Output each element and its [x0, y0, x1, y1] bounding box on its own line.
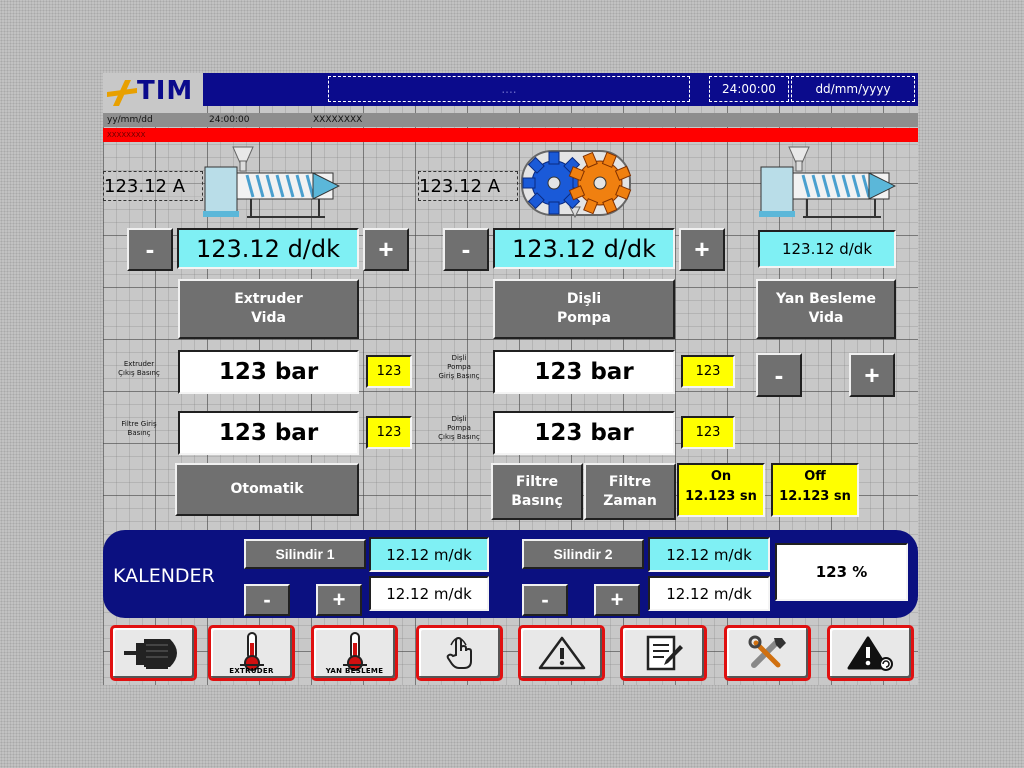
nav-alarm-reset-button[interactable] — [827, 625, 914, 681]
auto-button[interactable]: Otomatik — [175, 463, 359, 516]
alarm-text: XXXXXXXX — [107, 131, 146, 139]
gear-pump-button[interactable]: Dişli Pompa — [493, 279, 675, 339]
hand-pointer-icon — [446, 636, 472, 669]
filter-off-time[interactable]: Off 12.123 sn — [771, 463, 859, 517]
header-time: 24:00:00 — [709, 76, 789, 102]
roll1-button[interactable]: Silindir 1 — [244, 539, 366, 569]
kalender-percent: 123 % — [775, 543, 908, 601]
info-time: 24:00:00 — [209, 115, 250, 125]
filter-off-value: 12.123 sn — [779, 489, 851, 504]
gear-pump-in-pressure-small: 123 — [681, 355, 735, 388]
gear-pump-speed-value[interactable]: 123.12 d/dk — [493, 228, 675, 269]
nav-manual-button[interactable] — [416, 625, 503, 681]
gear-pump-minus-button[interactable]: - — [443, 228, 489, 271]
nav-motor-button[interactable] — [110, 625, 197, 681]
nav-alarms-button[interactable] — [518, 625, 605, 681]
gear-pump-in-pressure-label: Dişli Pompa Giriş Basınç — [438, 354, 480, 380]
nav-extruder-temp-label: EXTRUDER — [229, 667, 274, 675]
logo-text: TIM — [137, 76, 194, 106]
thermometer-icon — [342, 632, 367, 671]
side-feed-plus-button[interactable]: + — [849, 353, 895, 397]
motor-icon — [123, 639, 177, 669]
nav-side-feed-temp-button[interactable]: YAN BESLEME — [311, 625, 398, 681]
thermometer-icon — [239, 632, 264, 671]
nav-settings-button[interactable] — [724, 625, 811, 681]
info-date: yy/mm/dd — [107, 115, 153, 125]
filter-in-pressure-small: 123 — [366, 416, 412, 449]
logo-mark-icon — [107, 80, 137, 106]
extruder-screw-icon — [203, 146, 340, 218]
header-message-box: .... — [328, 76, 690, 102]
hmi-panel: TIM .... 24:00:00 dd/mm/yyyy yy/mm/dd 24… — [103, 73, 918, 685]
info-bar: yy/mm/dd 24:00:00 XXXXXXXX — [103, 113, 918, 127]
side-feed-screw-icon — [759, 146, 896, 218]
filter-on-label: On — [710, 469, 732, 484]
info-message: XXXXXXXX — [313, 115, 363, 125]
extruder-current: 123.12 A — [103, 171, 203, 201]
header-date: dd/mm/yyyy — [791, 76, 915, 102]
filter-on-time[interactable]: On 12.123 sn — [677, 463, 765, 517]
tools-icon — [748, 635, 786, 668]
filter-in-pressure-label: Filtre Giriş Basınç — [121, 420, 157, 437]
roll2-minus-button[interactable]: - — [522, 584, 568, 616]
extruder-plus-button[interactable]: + — [363, 228, 409, 271]
gear-pump-plus-button[interactable]: + — [679, 228, 725, 271]
extruder-speed-value[interactable]: 123.12 d/dk — [177, 228, 359, 269]
nav-extruder-temp-button[interactable]: EXTRUDER — [208, 625, 295, 681]
filter-pressure-button[interactable]: Filtre Basınç — [491, 463, 583, 520]
side-feed-minus-button[interactable]: - — [756, 353, 802, 397]
side-feed-screw-button[interactable]: Yan Besleme Vida — [756, 279, 896, 339]
kalender-title: KALENDER — [113, 565, 215, 587]
nav-recipe-button[interactable] — [620, 625, 707, 681]
roll1-actual-speed: 12.12 m/dk — [369, 576, 489, 611]
extruder-screw-button[interactable]: Extruder Vida — [178, 279, 359, 339]
logo: TIM — [103, 73, 203, 113]
extruder-minus-button[interactable]: - — [127, 228, 173, 271]
alarm-bar: XXXXXXXX — [103, 128, 918, 142]
extruder-out-pressure-label: Extruder Çıkış Basınç — [118, 360, 160, 377]
filter-in-pressure-value: 123 bar — [178, 411, 359, 455]
extruder-out-pressure-small: 123 — [366, 355, 412, 388]
gear-pump-out-pressure-small: 123 — [681, 416, 735, 449]
extruder-out-pressure-value: 123 bar — [178, 350, 359, 394]
warning-icon — [538, 636, 585, 670]
nav-side-feed-temp-label: YAN BESLEME — [325, 667, 384, 675]
gear-pump-icon — [521, 150, 632, 219]
roll1-minus-button[interactable]: - — [244, 584, 290, 616]
gear-pump-out-pressure-value: 123 bar — [493, 411, 675, 455]
filter-off-label: Off — [804, 469, 826, 484]
notepad-icon — [646, 635, 683, 671]
alarm-reset-icon — [847, 636, 893, 671]
side-feed-speed-value[interactable]: 123.12 d/dk — [758, 230, 896, 268]
filter-on-value: 12.123 sn — [685, 489, 757, 504]
gear-pump-out-pressure-label: Dişli Pompa Çıkış Basınç — [438, 415, 480, 441]
roll1-set-speed[interactable]: 12.12 m/dk — [369, 537, 489, 572]
roll2-plus-button[interactable]: + — [594, 584, 640, 616]
roll2-set-speed[interactable]: 12.12 m/dk — [648, 537, 770, 572]
roll2-actual-speed: 12.12 m/dk — [648, 576, 770, 611]
roll2-button[interactable]: Silindir 2 — [522, 539, 644, 569]
roll1-plus-button[interactable]: + — [316, 584, 362, 616]
filter-time-button[interactable]: Filtre Zaman — [584, 463, 676, 520]
gear-pump-in-pressure-value: 123 bar — [493, 350, 675, 394]
